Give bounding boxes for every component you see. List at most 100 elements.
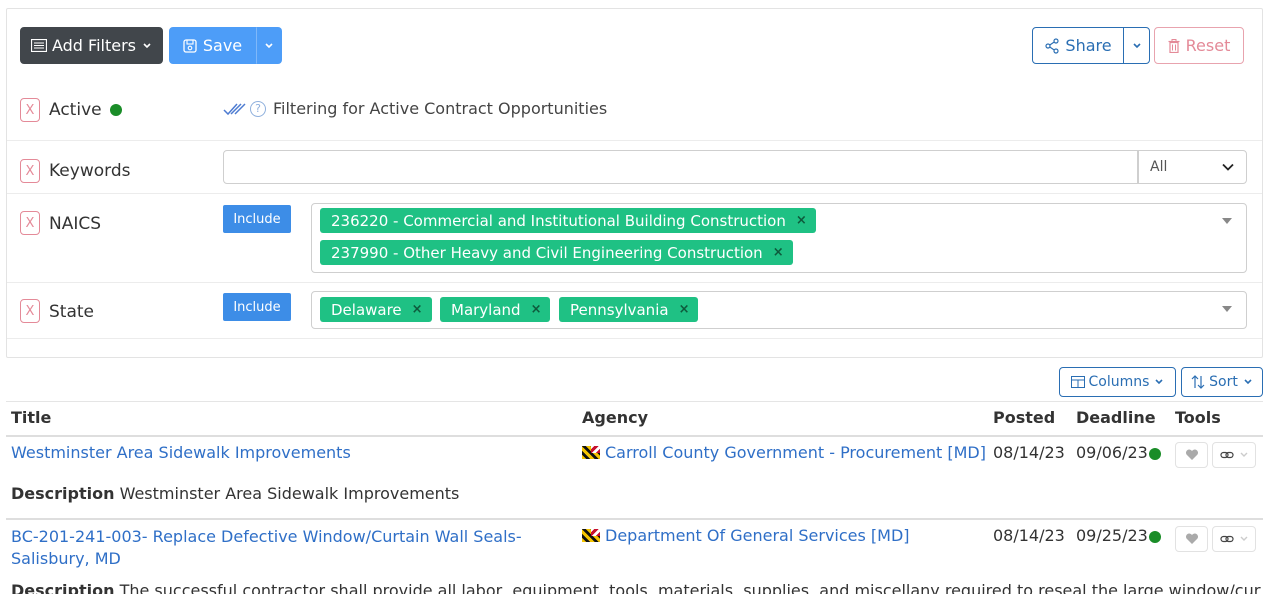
floppy-disk-icon: [183, 38, 197, 53]
tag-remove-button[interactable]: ×: [796, 213, 807, 228]
favorite-button[interactable]: [1175, 442, 1208, 468]
save-label: Save: [202, 36, 243, 55]
row-divider: [6, 518, 1263, 520]
divider: [7, 282, 1262, 283]
list-icon: [30, 39, 47, 52]
description-label: Description: [11, 484, 115, 503]
remove-state-filter-button[interactable]: X: [20, 299, 40, 323]
remove-keywords-filter-button[interactable]: X: [20, 159, 40, 183]
naics-filter-label: NAICS: [49, 214, 102, 234]
description: Description Westminster Area Sidewalk Im…: [11, 484, 459, 503]
heart-icon: [1185, 449, 1198, 460]
posted-date: 08/14/23: [993, 443, 1065, 462]
maryland-flag-icon: [582, 446, 600, 459]
table-header-border: [6, 401, 1263, 402]
state-tag: Pennsylvania ×: [559, 297, 699, 322]
results-table: Title Agency Posted Deadline Tools Westm…: [6, 401, 1263, 594]
deadline-date: 09/06/23: [1076, 443, 1161, 462]
double-check-icon: [223, 102, 246, 115]
chevron-down-icon: [1222, 163, 1234, 171]
add-filters-button[interactable]: Add Filters: [20, 27, 163, 64]
opportunity-title-link[interactable]: Westminster Area Sidewalk Improvements: [11, 443, 351, 462]
columns-icon: [1070, 376, 1085, 388]
save-button[interactable]: Save: [169, 27, 256, 64]
help-icon[interactable]: ?: [250, 100, 266, 117]
share-button[interactable]: Share: [1032, 27, 1124, 64]
posted-date: 08/14/23: [993, 526, 1065, 545]
naics-tag: 237990 - Other Heavy and Civil Engineeri…: [320, 240, 793, 265]
active-filter-info: ? Filtering for Active Contract Opportun…: [223, 99, 607, 118]
state-filter-label: State: [49, 302, 94, 322]
naics-tag: 236220 - Commercial and Institutional Bu…: [320, 208, 816, 233]
tag-remove-button[interactable]: ×: [679, 302, 690, 317]
naics-multiselect[interactable]: 236220 - Commercial and Institutional Bu…: [311, 203, 1247, 273]
share-icon: [1045, 37, 1060, 54]
columns-label: Columns: [1088, 374, 1150, 390]
state-include-button[interactable]: Include: [223, 293, 291, 321]
agency-link[interactable]: Carroll County Government - Procurement …: [605, 443, 986, 462]
maryland-flag-icon: [582, 529, 600, 542]
deadline-status-dot: [1148, 530, 1161, 543]
chevron-down-icon: [1155, 379, 1164, 385]
tag-remove-button[interactable]: ×: [773, 245, 784, 260]
active-filter-description: Filtering for Active Contract Opportunit…: [273, 99, 608, 118]
dropdown-caret-icon[interactable]: [1222, 218, 1232, 224]
description: Description The successful contractor sh…: [11, 581, 1261, 594]
heart-icon: [1185, 533, 1198, 544]
filter-panel: Add Filters Save Share Reset X Active ? …: [6, 8, 1263, 358]
divider: [7, 193, 1262, 194]
divider: [7, 338, 1262, 339]
tag-remove-button[interactable]: ×: [412, 302, 423, 317]
chevron-down-icon: [1244, 379, 1252, 385]
agency-cell: Carroll County Government - Procurement …: [582, 443, 986, 462]
description-text: Westminster Area Sidewalk Improvements: [119, 484, 460, 503]
column-header-agency[interactable]: Agency: [582, 408, 648, 427]
reset-label: Reset: [1185, 36, 1231, 55]
deadline-date: 09/25/23: [1076, 526, 1161, 545]
remove-naics-filter-button[interactable]: X: [20, 211, 40, 235]
chevron-down-icon: [265, 42, 273, 48]
tag-remove-button[interactable]: ×: [531, 302, 542, 317]
share-label: Share: [1065, 36, 1112, 55]
dropdown-caret-icon[interactable]: [1222, 306, 1232, 312]
reset-button[interactable]: Reset: [1154, 27, 1244, 64]
agency-cell: Department Of General Services [MD]: [582, 526, 910, 545]
sort-icon: [1191, 375, 1205, 389]
agency-link[interactable]: Department Of General Services [MD]: [605, 526, 910, 545]
link-dropdown-button[interactable]: [1212, 526, 1256, 552]
chevron-down-icon: [1240, 452, 1247, 457]
chevron-down-icon: [143, 42, 151, 48]
deadline-status-dot: [1148, 447, 1161, 460]
state-tag: Delaware ×: [320, 297, 432, 322]
description-label: Description: [11, 581, 115, 594]
active-filter-label: Active: [49, 100, 122, 120]
chevron-down-icon: [1240, 536, 1247, 541]
table-header-underline: [6, 435, 1263, 437]
column-header-deadline[interactable]: Deadline: [1076, 408, 1156, 427]
active-status-dot: [110, 104, 122, 116]
keywords-input[interactable]: [223, 150, 1139, 184]
link-dropdown-button[interactable]: [1212, 442, 1256, 468]
description-text: The successful contractor shall provide …: [119, 581, 1261, 594]
chevron-down-icon: [1132, 42, 1141, 48]
add-filters-label: Add Filters: [51, 36, 137, 55]
remove-active-filter-button[interactable]: X: [20, 98, 40, 122]
keywords-scope-select[interactable]: All: [1137, 150, 1247, 184]
link-icon: [1219, 535, 1234, 543]
sort-button[interactable]: Sort: [1181, 367, 1263, 397]
state-multiselect[interactable]: Delaware × Maryland × Pennsylvania ×: [311, 291, 1247, 329]
sort-label: Sort: [1209, 374, 1238, 390]
column-header-tools: Tools: [1175, 408, 1221, 427]
keywords-filter-label: Keywords: [49, 161, 131, 181]
save-dropdown-toggle[interactable]: [256, 27, 282, 64]
share-dropdown-toggle[interactable]: [1123, 27, 1150, 64]
column-header-title[interactable]: Title: [11, 408, 51, 427]
divider: [7, 140, 1262, 141]
columns-button[interactable]: Columns: [1059, 367, 1176, 397]
favorite-button[interactable]: [1175, 526, 1208, 552]
naics-include-button[interactable]: Include: [223, 205, 291, 233]
opportunity-title-link[interactable]: BC-201-241-003- Replace Defective Window…: [11, 526, 522, 570]
link-icon: [1219, 451, 1234, 459]
column-header-posted[interactable]: Posted: [993, 408, 1055, 427]
trash-icon: [1168, 38, 1180, 53]
